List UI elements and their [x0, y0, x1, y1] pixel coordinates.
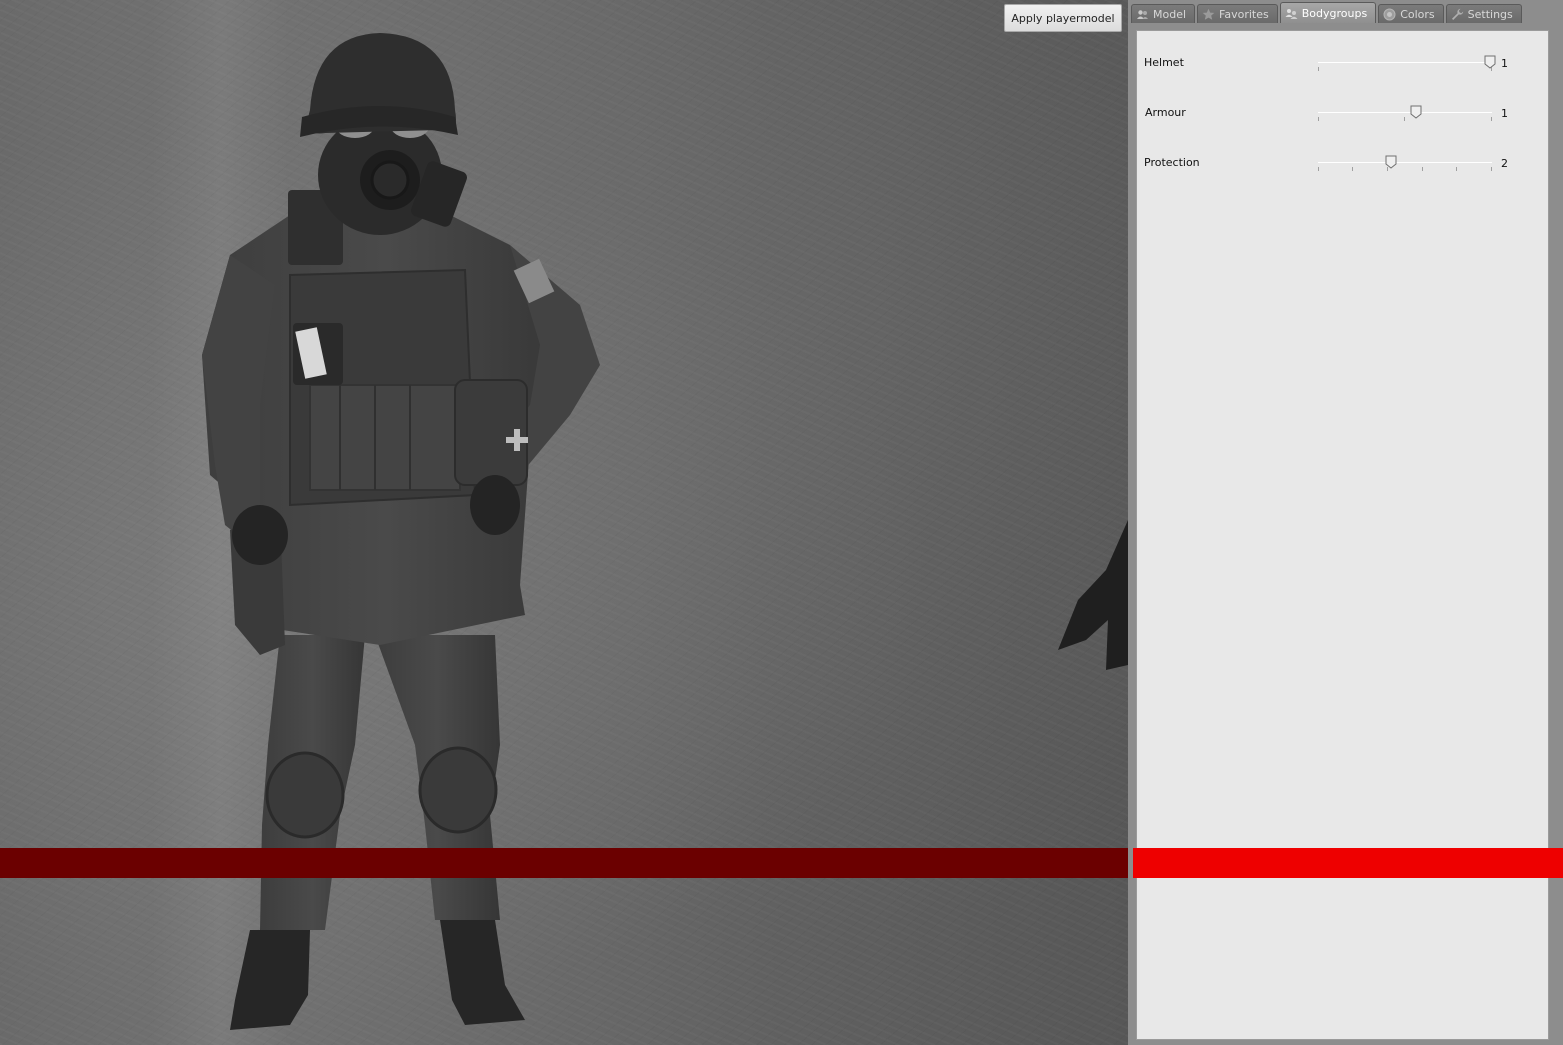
slider-tick — [1422, 167, 1423, 171]
group-icon — [1285, 8, 1298, 19]
model-preview-viewport[interactable] — [0, 0, 1128, 1045]
bodygroup-value: 1 — [1501, 57, 1508, 70]
bodygroup-label: Armour — [1145, 106, 1186, 119]
slider-track — [1318, 62, 1492, 63]
protection-slider[interactable] — [1318, 154, 1492, 172]
slider-track — [1318, 112, 1492, 113]
tab-label: Bodygroups — [1301, 6, 1368, 20]
tab-label: Model — [1153, 7, 1187, 21]
slider-tick — [1318, 67, 1319, 71]
apply-playermodel-button[interactable]: Apply playermodel — [1004, 4, 1122, 32]
slider-knob[interactable] — [1410, 105, 1422, 119]
armour-slider[interactable] — [1318, 104, 1492, 122]
slider-tick — [1491, 117, 1492, 121]
bodygroup-label: Helmet — [1144, 56, 1184, 69]
bodygroup-value: 1 — [1501, 107, 1508, 120]
tab-label: Settings — [1467, 7, 1513, 21]
bodygroup-label: Protection — [1144, 156, 1200, 169]
slider-tick — [1491, 167, 1492, 171]
slider-tick — [1456, 167, 1457, 171]
slider-tick — [1318, 117, 1319, 121]
panel-tab-bar: Model Favorites Bodygroups Colors Settin… — [1131, 2, 1524, 23]
star-icon — [1202, 8, 1215, 20]
slider-tick — [1404, 117, 1405, 121]
wrench-icon — [1451, 8, 1463, 20]
tab-label: Colors — [1400, 7, 1435, 21]
bodygroup-row-armour: Armour 1 — [1137, 102, 1548, 124]
bodygroup-row-protection: Protection 2 — [1137, 152, 1548, 174]
color-circle-icon — [1383, 8, 1396, 20]
secondary-model-fragment — [1058, 520, 1128, 670]
slider-knob[interactable] — [1385, 155, 1397, 169]
bodygroup-row-helmet: Helmet 1 — [1137, 52, 1548, 74]
slider-knob[interactable] — [1484, 55, 1496, 69]
slider-tick — [1352, 167, 1353, 171]
player-model-preview — [202, 33, 600, 1030]
tab-bodygroups[interactable]: Bodygroups — [1279, 2, 1377, 23]
tab-model[interactable]: Model — [1131, 4, 1196, 23]
slider-tick — [1318, 167, 1319, 171]
helmet-slider[interactable] — [1318, 54, 1496, 72]
bodygroup-value: 2 — [1501, 157, 1508, 170]
user-icon — [1137, 9, 1148, 19]
tab-settings[interactable]: Settings — [1445, 4, 1522, 23]
slider-track — [1318, 162, 1492, 163]
tab-favorites[interactable]: Favorites — [1197, 4, 1278, 23]
red-highlight-band — [0, 848, 1128, 878]
tab-colors[interactable]: Colors — [1378, 4, 1444, 23]
red-highlight-band-panel — [1133, 848, 1563, 878]
bodygroups-content: Helmet 1 Armour 1 Protection 2 — [1136, 30, 1549, 1040]
tab-label: Favorites — [1219, 7, 1269, 21]
